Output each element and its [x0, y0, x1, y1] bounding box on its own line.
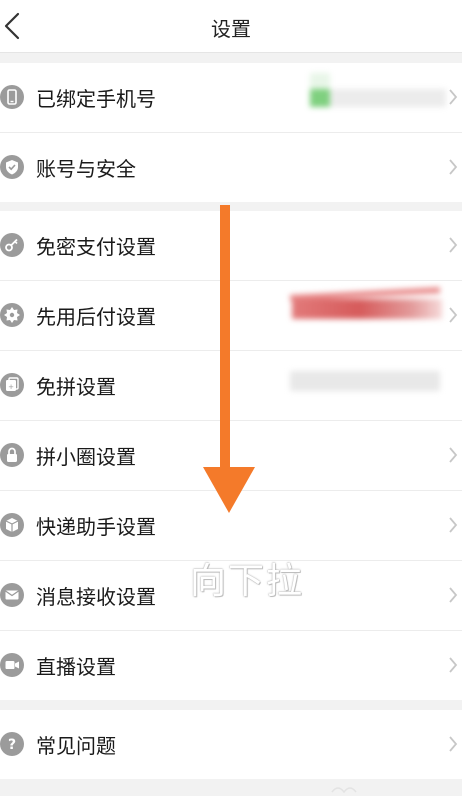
chevron-right-icon: [449, 657, 458, 673]
nav-bar: 设置: [0, 0, 462, 53]
settings-item-label: 账号与安全: [36, 157, 136, 181]
svg-text:?: ?: [8, 737, 16, 753]
masked-group-free-status: [290, 371, 440, 391]
watermark-icon: [331, 787, 357, 794]
svg-text:+: +: [8, 383, 14, 391]
chevron-right-icon: [449, 307, 458, 323]
masked-pay-later-status: [288, 287, 448, 329]
payment-group: 免密支付设置 先用后付设置 + 免拼设置 拼小圈设置 快递助手设置 消息接收设置…: [0, 211, 462, 700]
phone-icon: [0, 85, 24, 109]
settings-item-label: 先用后付设置: [36, 305, 156, 329]
settings-item-faq[interactable]: ? 常见问题: [0, 710, 462, 779]
chevron-right-icon: [449, 237, 458, 253]
chevron-right-icon: [449, 587, 458, 603]
settings-item-label: 直播设置: [36, 655, 116, 679]
settings-item-password-free-pay[interactable]: 免密支付设置: [0, 211, 462, 281]
badge-icon: [0, 303, 24, 327]
settings-item-label: 消息接收设置: [36, 585, 156, 609]
settings-item-group-free[interactable]: + 免拼设置: [0, 351, 462, 421]
settings-item-label: 快递助手设置: [36, 515, 156, 539]
page-title: 设置: [211, 17, 251, 41]
settings-item-label: 免拼设置: [36, 375, 116, 399]
settings-item-phone[interactable]: 已绑定手机号: [0, 63, 462, 133]
settings-item-label: 常见问题: [36, 734, 116, 758]
chevron-right-icon: [449, 517, 458, 533]
settings-item-moments[interactable]: 拼小圈设置: [0, 421, 462, 491]
pull-down-annotation: 向下拉: [190, 561, 305, 602]
mail-icon: [0, 583, 24, 607]
settings-item-delivery-assistant[interactable]: 快递助手设置: [0, 491, 462, 561]
settings-item-label: 已绑定手机号: [36, 87, 156, 111]
chevron-right-icon: [449, 447, 458, 463]
settings-item-label: 免密支付设置: [36, 235, 156, 259]
shield-icon: [0, 155, 24, 179]
chevron-right-icon: [449, 736, 458, 752]
help-group: ? 常见问题: [0, 710, 462, 779]
video-icon: [0, 653, 24, 677]
card-icon: +: [0, 373, 24, 397]
question-icon: ?: [0, 732, 24, 756]
lock-icon: [0, 443, 24, 467]
settings-item-live[interactable]: 直播设置: [0, 631, 462, 700]
settings-item-account-security[interactable]: 账号与安全: [0, 133, 462, 202]
masked-phone-number: [308, 73, 446, 119]
package-icon: [0, 513, 24, 537]
account-group: 已绑定手机号 账号与安全: [0, 63, 462, 202]
chevron-right-icon: [449, 89, 458, 105]
settings-item-label: 拼小圈设置: [36, 445, 136, 469]
settings-item-pay-later[interactable]: 先用后付设置: [0, 281, 462, 351]
chevron-right-icon: [449, 159, 458, 175]
key-icon: [0, 233, 24, 257]
